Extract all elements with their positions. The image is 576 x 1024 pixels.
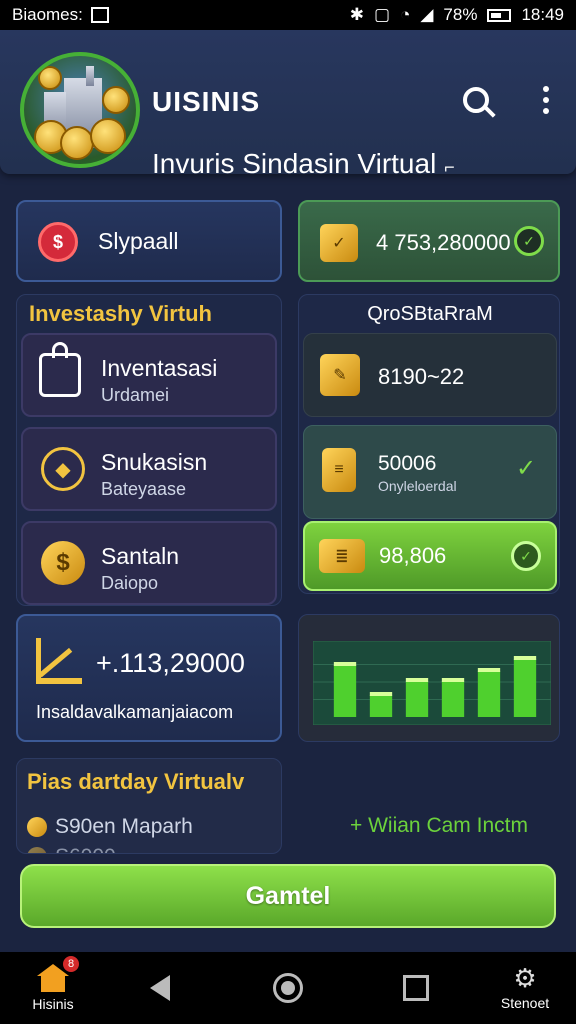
investment-panel: Investashy Virtuh Inventasasi Urdamei ◆ … bbox=[16, 294, 282, 606]
edit-document-icon: ✎ bbox=[320, 354, 360, 396]
dollar-coin-icon: $ bbox=[41, 541, 85, 585]
search-icon bbox=[463, 87, 489, 113]
nav-home-label: Hisinis bbox=[32, 996, 74, 1012]
nav-home[interactable]: 8 Hisinis bbox=[18, 952, 88, 1024]
home-icon: 8 bbox=[37, 956, 79, 992]
more-vertical-icon bbox=[543, 86, 549, 114]
chart-bar-cap bbox=[513, 656, 537, 660]
wallet-label: Slypaall bbox=[98, 228, 179, 254]
checkmark-icon: ✓ bbox=[516, 455, 537, 482]
add-new-link[interactable]: + Wiian Cam Inctm bbox=[350, 814, 528, 838]
list-item-subtitle: Urdamei bbox=[101, 385, 170, 405]
chart-bar bbox=[369, 695, 393, 717]
battery-percent: 78% bbox=[443, 5, 478, 24]
total-balance-caption: Insaldavalkamanjaiacom bbox=[36, 702, 234, 722]
nav-settings[interactable]: ⚙ Stenoet bbox=[490, 952, 560, 1024]
nav-settings-label: Stenoet bbox=[500, 995, 550, 1011]
total-balance-card[interactable]: +.113,29000 Insaldavalkamanjaiacom bbox=[16, 614, 282, 742]
coin-icon bbox=[27, 847, 47, 853]
stat-row-2[interactable]: ≡ 50006 Onyleloerdal ✓ bbox=[303, 425, 557, 519]
list-item-title: Inventasasi bbox=[101, 355, 218, 381]
list-item-title: Snukasisn bbox=[101, 449, 208, 475]
gear-icon: ◆ bbox=[41, 447, 85, 491]
chart-bar bbox=[441, 681, 465, 717]
battery-icon bbox=[487, 8, 512, 22]
app-title: UISINIS bbox=[152, 86, 261, 117]
chart-card[interactable] bbox=[298, 614, 560, 742]
signal-icon: ◢ bbox=[420, 5, 434, 24]
app-subtitle: Invuris Sindasin Virtual ⌐ bbox=[152, 148, 455, 179]
check-document-icon: ✓ bbox=[320, 224, 358, 262]
carrier-label: Biaomes: bbox=[12, 5, 83, 24]
back-triangle-icon bbox=[150, 975, 170, 1001]
notification-icon bbox=[90, 7, 109, 23]
stat-value: 50006 bbox=[378, 452, 437, 475]
vibrate-icon: ▢ bbox=[374, 5, 391, 24]
notification-badge: 8 bbox=[63, 956, 79, 972]
list-item-structure[interactable]: ◆ Snukasisn Bateyaase bbox=[21, 427, 277, 511]
chart-bar bbox=[333, 665, 357, 717]
balance-summary-card[interactable]: ✓ 4 753,280000 ✓ bbox=[298, 200, 560, 282]
list-item-subtitle: Bateyaase bbox=[101, 479, 187, 499]
nav-home-button[interactable] bbox=[268, 952, 308, 1024]
statistics-panel-title: QroSBtaRraM bbox=[367, 303, 493, 325]
wallet-card[interactable]: $ Slypaall bbox=[16, 200, 282, 282]
balance-value: 4 753,280000 bbox=[376, 230, 511, 255]
stat-row-1[interactable]: ✎ 8190~22 bbox=[303, 333, 557, 417]
chart-bar-cap bbox=[369, 692, 393, 696]
nav-back-button[interactable] bbox=[140, 952, 180, 1024]
search-button[interactable] bbox=[456, 80, 496, 120]
chart-bar bbox=[477, 671, 501, 717]
verified-icon: ✓ bbox=[511, 541, 541, 571]
chart-bar bbox=[513, 659, 537, 717]
stat-subtitle: Onyleloerdal bbox=[378, 478, 457, 494]
promo-title: Pias dartday Virtualv bbox=[27, 769, 245, 794]
stat-value: 98,806 bbox=[379, 543, 447, 568]
status-bar: Biaomes: ✱ ▢ ◔ ◢ 78% 18:49 bbox=[0, 0, 576, 30]
primary-action-button[interactable]: Gamtel bbox=[20, 864, 556, 928]
promo-item-label: S90en Maparh bbox=[55, 815, 193, 838]
total-balance-value: +.113,29000 bbox=[96, 648, 245, 678]
currency-icon: $ bbox=[38, 222, 78, 262]
chart-bar bbox=[405, 681, 429, 717]
gear-icon: ⚙ bbox=[513, 963, 537, 993]
bottom-navigation: 8 Hisinis ⚙ Stenoet bbox=[0, 952, 576, 1024]
list-item-title: Santaln bbox=[101, 543, 180, 569]
bar-chart bbox=[313, 641, 551, 725]
growth-chart-icon bbox=[36, 638, 82, 684]
nfc-icon: ✱ bbox=[349, 5, 364, 24]
money-stack-icon: ≣ bbox=[319, 539, 365, 573]
list-item-subtitle: Daiopo bbox=[101, 573, 159, 593]
promo-card[interactable]: Pias dartday Virtualv S90en Maparh S6000 bbox=[16, 758, 282, 854]
chart-bar-cap bbox=[405, 678, 429, 682]
investment-panel-title: Investashy Virtuh bbox=[29, 301, 212, 326]
recents-square-icon bbox=[403, 975, 429, 1001]
chart-bar-cap bbox=[441, 678, 465, 682]
chart-bar-cap bbox=[477, 668, 501, 672]
clock: 18:49 bbox=[521, 5, 564, 24]
document-icon: ≡ bbox=[322, 448, 356, 492]
coin-icon bbox=[27, 817, 47, 837]
home-circle-icon bbox=[273, 973, 303, 1003]
statistics-panel: QroSBtaRraM ✎ 8190~22 ≡ 50006 Onyleloerd… bbox=[298, 294, 560, 594]
app-header: UISINIS Invuris Sindasin Virtual ⌐ bbox=[0, 30, 576, 179]
verified-icon: ✓ bbox=[514, 226, 544, 256]
wifi-icon: ◔ bbox=[400, 5, 411, 24]
more-options-button[interactable] bbox=[526, 80, 566, 120]
app-logo bbox=[20, 52, 140, 168]
stat-value: 8190~22 bbox=[378, 364, 465, 389]
list-item-inventory[interactable]: Inventasasi Urdamei bbox=[21, 333, 277, 417]
lock-icon bbox=[39, 342, 81, 397]
promo-item-label: S6000 bbox=[55, 845, 116, 853]
list-item-savings[interactable]: $ Santaln Daiopo bbox=[21, 521, 277, 605]
nav-recents-button[interactable] bbox=[396, 952, 436, 1024]
chart-bar-cap bbox=[333, 662, 357, 666]
stat-row-3[interactable]: ≣ 98,806 ✓ bbox=[303, 521, 557, 591]
